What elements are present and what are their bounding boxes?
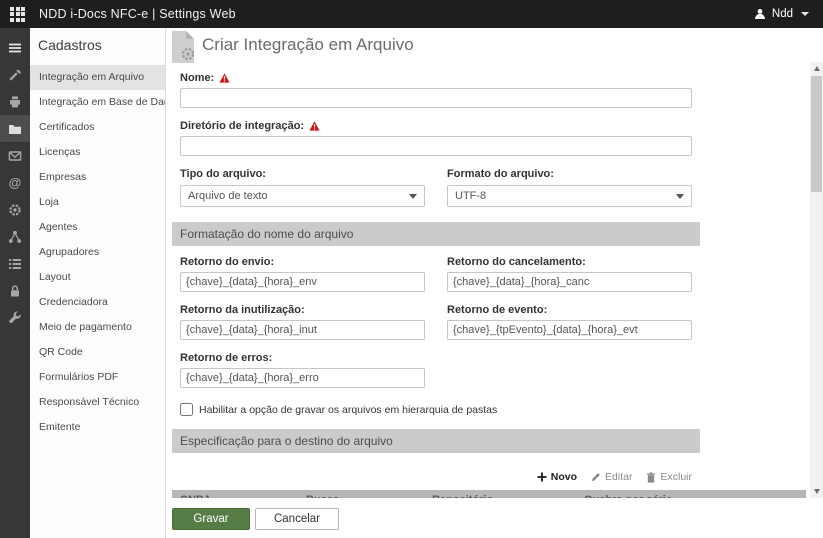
hierarquia-pastas-label: Habilitar a opção de gravar os arquivos … bbox=[199, 404, 497, 416]
form-content: Nome: Diretório de integração: Tipo do a… bbox=[166, 62, 700, 498]
sidebar-item-responsavel-tecnico[interactable]: Responsável Técnico bbox=[30, 390, 165, 415]
scrollbar-thumb[interactable] bbox=[810, 75, 823, 193]
diretorio-input[interactable] bbox=[180, 136, 692, 156]
select-value: Arquivo de texto bbox=[188, 190, 409, 202]
scroll-down-arrow[interactable] bbox=[810, 485, 823, 498]
sidebar-item-integracao-em-base-de-dados[interactable]: Integração em Base de Dados bbox=[30, 90, 165, 115]
novo-label: Novo bbox=[551, 471, 577, 483]
sidebar-item-meio-de-pagamento[interactable]: Meio de pagamento bbox=[30, 315, 165, 340]
diretorio-label: Diretório de integração: bbox=[180, 120, 304, 132]
page-header: Criar Integração em Arquivo bbox=[166, 28, 823, 62]
sidebar-item-qr-code[interactable]: QR Code bbox=[30, 340, 165, 365]
sidebar-item-layout[interactable]: Layout bbox=[30, 265, 165, 290]
document-gear-icon bbox=[168, 30, 198, 64]
warning-icon bbox=[309, 121, 320, 131]
retorno-cancelamento-label: Retorno do cancelamento: bbox=[447, 256, 692, 268]
sidebar-item-formularios-pdf[interactable]: Formulários PDF bbox=[30, 365, 165, 390]
menu-icon[interactable] bbox=[0, 34, 30, 61]
excluir-button[interactable]: Excluir bbox=[646, 471, 692, 483]
icon-rail: @ bbox=[0, 28, 30, 538]
page-title: Criar Integração em Arquivo bbox=[202, 35, 414, 55]
at-sign-icon[interactable]: @ bbox=[0, 169, 30, 196]
warning-icon bbox=[219, 73, 230, 83]
folder-icon[interactable] bbox=[0, 115, 30, 142]
trash-icon bbox=[646, 472, 656, 483]
mail-icon[interactable] bbox=[0, 142, 30, 169]
apps-grid-icon[interactable] bbox=[10, 7, 25, 22]
editar-label: Editar bbox=[605, 471, 632, 483]
retorno-erros-label: Retorno de erros: bbox=[180, 352, 425, 364]
printer-icon[interactable] bbox=[0, 88, 30, 115]
novo-button[interactable]: Novo bbox=[537, 471, 577, 483]
excluir-label: Excluir bbox=[660, 471, 692, 483]
retorno-inutilizacao-input[interactable] bbox=[180, 320, 425, 340]
main-panel: Criar Integração em Arquivo Nome: Diretó… bbox=[166, 28, 823, 538]
retorno-evento-label: Retorno de evento: bbox=[447, 304, 692, 316]
table-header-busca: Busca bbox=[298, 490, 424, 498]
vertical-scrollbar[interactable] bbox=[810, 62, 823, 498]
share-icon[interactable] bbox=[0, 223, 30, 250]
destination-table: CNPJ Busca Repositório Quebra por série bbox=[172, 490, 806, 498]
gravar-button[interactable]: Gravar bbox=[172, 508, 250, 530]
app-title: NDD i-Docs NFC-e | Settings Web bbox=[39, 7, 236, 21]
cancelar-button[interactable]: Cancelar bbox=[255, 508, 339, 530]
user-name: Ndd bbox=[772, 8, 793, 20]
pencil-icon bbox=[591, 472, 601, 482]
chevron-down-icon bbox=[676, 194, 684, 199]
at-glyph: @ bbox=[9, 176, 22, 189]
retorno-evento-input[interactable] bbox=[447, 320, 692, 340]
table-header-quebra-por-serie: Quebra por série bbox=[576, 490, 806, 498]
topbar: NDD i-Docs NFC-e | Settings Web Ndd bbox=[0, 0, 823, 28]
sidebar-item-emitente[interactable]: Emitente bbox=[30, 415, 165, 440]
sidebar-item-integracao-em-arquivo[interactable]: Integração em Arquivo bbox=[30, 65, 165, 90]
chevron-down-icon bbox=[801, 12, 809, 16]
sidebar-item-credenciadora[interactable]: Credenciadora bbox=[30, 290, 165, 315]
nome-input[interactable] bbox=[180, 88, 692, 108]
tools-icon[interactable] bbox=[0, 61, 30, 88]
sidebar-item-agrupadores[interactable]: Agrupadores bbox=[30, 240, 165, 265]
plus-icon bbox=[537, 472, 547, 482]
sidebar-item-certificados[interactable]: Certificados bbox=[30, 115, 165, 140]
user-menu[interactable]: Ndd bbox=[750, 8, 813, 20]
chevron-down-icon bbox=[409, 194, 417, 199]
retorno-inutilizacao-label: Retorno da inutilização: bbox=[180, 304, 425, 316]
list-icon[interactable] bbox=[0, 250, 30, 277]
editar-button[interactable]: Editar bbox=[591, 471, 632, 483]
sidebar-header: Cadastros bbox=[30, 28, 165, 65]
retorno-cancelamento-input[interactable] bbox=[447, 272, 692, 292]
sidebar-item-licencas[interactable]: Licenças bbox=[30, 140, 165, 165]
tipo-arquivo-label: Tipo do arquivo: bbox=[180, 168, 425, 180]
table-header-repositorio: Repositório bbox=[424, 490, 576, 498]
section-formatacao-header: Formatação do nome do arquivo bbox=[172, 222, 700, 246]
sidebar-item-agentes[interactable]: Agentes bbox=[30, 215, 165, 240]
table-header-cnpj: CNPJ bbox=[172, 490, 298, 498]
select-value: UTF-8 bbox=[455, 190, 676, 202]
user-icon bbox=[754, 8, 766, 20]
retorno-envio-input[interactable] bbox=[180, 272, 425, 292]
wrench-icon[interactable] bbox=[0, 304, 30, 331]
tipo-arquivo-select[interactable]: Arquivo de texto bbox=[180, 185, 425, 207]
form-actions: Gravar Cancelar bbox=[166, 498, 823, 538]
retorno-envio-label: Retorno do envio: bbox=[180, 256, 425, 268]
destination-toolbar: Novo Editar Excluir bbox=[180, 471, 692, 483]
section-especificacao-header: Especificação para o destino do arquivo bbox=[172, 429, 700, 453]
lock-icon[interactable] bbox=[0, 277, 30, 304]
formato-arquivo-select[interactable]: UTF-8 bbox=[447, 185, 692, 207]
scrollbar-track[interactable] bbox=[810, 193, 823, 485]
nome-label: Nome: bbox=[180, 72, 214, 84]
form-scroll-area: Nome: Diretório de integração: Tipo do a… bbox=[166, 62, 823, 498]
formato-arquivo-label: Formato do arquivo: bbox=[447, 168, 692, 180]
sidebar-item-empresas[interactable]: Empresas bbox=[30, 165, 165, 190]
gear-icon[interactable] bbox=[0, 196, 30, 223]
sidebar: Cadastros Integração em Arquivo Integraç… bbox=[30, 28, 166, 538]
hierarquia-pastas-checkbox[interactable] bbox=[180, 403, 193, 416]
sidebar-item-loja[interactable]: Loja bbox=[30, 190, 165, 215]
retorno-erros-input[interactable] bbox=[180, 368, 425, 388]
scroll-up-arrow[interactable] bbox=[810, 62, 823, 75]
